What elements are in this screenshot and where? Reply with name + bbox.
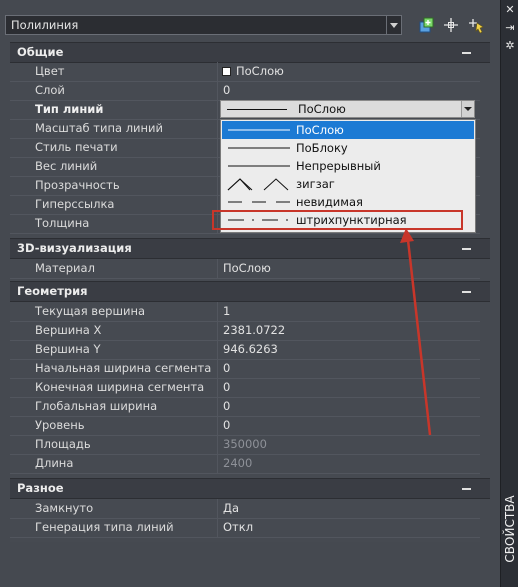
annotation-arrow xyxy=(400,228,432,436)
close-icon[interactable]: ✕ xyxy=(504,4,516,16)
properties-palette: Полилиния Общие Цвет ПоСлою Слой 0 Тип л… xyxy=(0,0,500,587)
palette-title-bar[interactable]: ✕ ⇥ ✲ СВОЙСТВА xyxy=(500,0,518,587)
auto-hide-icon[interactable]: ⇥ xyxy=(504,22,516,34)
palette-title: СВОЙСТВА xyxy=(503,495,517,563)
settings-icon[interactable]: ✲ xyxy=(504,40,516,52)
